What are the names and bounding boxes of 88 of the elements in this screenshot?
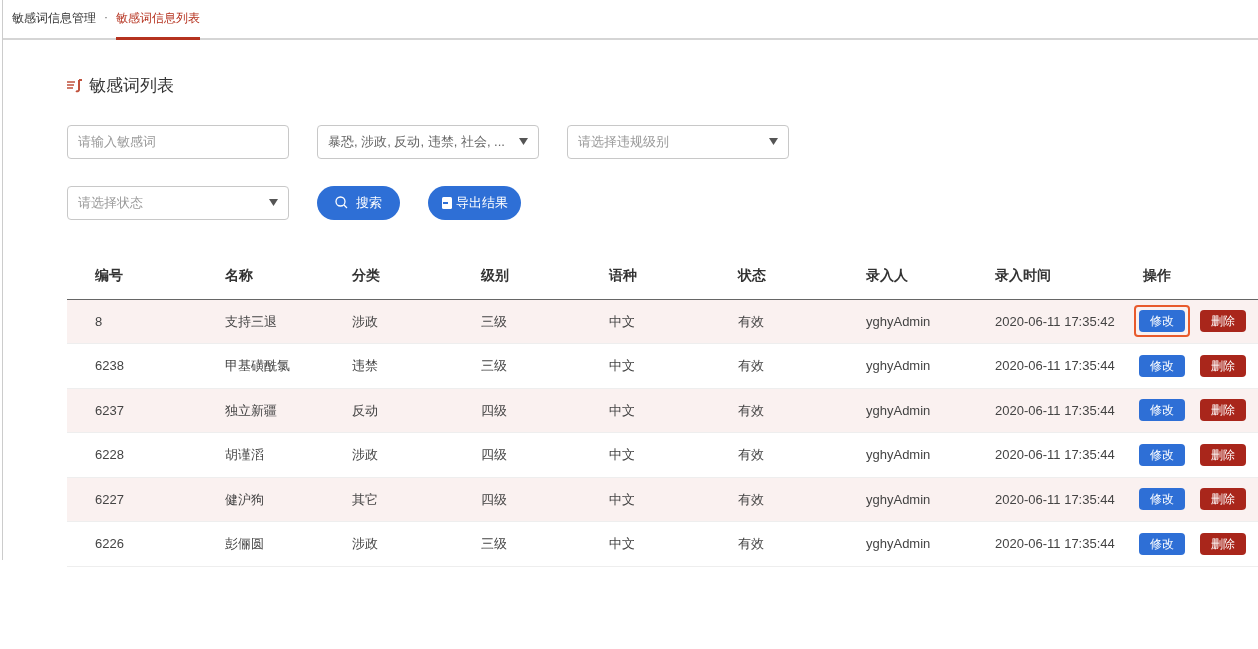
table-cell-text: 2020-06-11 17:35:44	[994, 357, 1115, 375]
dropdown-caret-icon	[269, 199, 278, 206]
column-header: 名称	[224, 265, 254, 285]
table-cell-text: 6237	[94, 401, 125, 420]
table-cell-text: 有效	[737, 312, 765, 331]
edit-button[interactable]: 修改	[1139, 354, 1185, 377]
table-cell-text: 中文	[608, 446, 636, 464]
table-cell-text: 违禁	[351, 357, 379, 375]
edit-button[interactable]: 修改	[1139, 532, 1185, 555]
table-cell-text: 2020-06-11 17:35:44	[994, 535, 1115, 553]
document-icon	[441, 196, 452, 209]
column-header: 编号	[94, 265, 124, 285]
column-header: 级别	[480, 265, 510, 285]
search-icon	[335, 196, 348, 209]
table-cell-text: yghyAdmin	[865, 401, 932, 420]
column-header: 分类	[351, 265, 381, 285]
table-cell-text: 甲基磺酰氯	[224, 357, 291, 375]
table-cell-text: 2020-06-11 17:35:44	[994, 401, 1115, 420]
column-header: 录入人	[865, 265, 909, 285]
table-cell-text: 6227	[94, 490, 125, 509]
table-cell-text: 6228	[94, 446, 125, 464]
table-cell-text: 四级	[480, 401, 508, 420]
edit-button[interactable]: 修改	[1139, 399, 1185, 422]
table-cell-text: 独立新疆	[224, 401, 278, 420]
table-cell-text: 胡谨滔	[224, 446, 265, 464]
table-cell-text: 涉政	[351, 446, 379, 464]
table-cell-text: 2020-06-11 17:35:42	[994, 312, 1115, 331]
table-cell-text: 有效	[737, 357, 765, 375]
table-cell-text: 有效	[737, 446, 765, 464]
breadcrumb-link[interactable]: 敏感词信息管理	[12, 9, 96, 40]
table-cell-text: 2020-06-11 17:35:44	[994, 446, 1115, 464]
delete-button[interactable]: 删除	[1200, 354, 1246, 377]
select-placeholder: 请选择状态	[78, 193, 143, 212]
table-cell-text: 6226	[94, 535, 125, 553]
select-field[interactable]: 请选择状态	[67, 185, 289, 220]
edit-button[interactable]: 修改	[1139, 488, 1185, 511]
select-value: 暴恐, 涉政, 反动, 违禁, 社会, ...	[328, 132, 505, 151]
column-header: 状态	[736, 265, 767, 285]
edit-button[interactable]: 修改	[1139, 443, 1185, 466]
table-cell-text: 其它	[351, 490, 379, 509]
table-cell-text: yghyAdmin	[865, 535, 932, 553]
breadcrumb-link[interactable]: 敏感词信息列表	[116, 9, 200, 40]
delete-button[interactable]: 删除	[1200, 488, 1246, 511]
section-title: 敏感词列表	[89, 75, 174, 97]
keyword-input-field[interactable]: 请输入敏感词	[67, 124, 289, 159]
column-header: 录入时间	[994, 265, 1052, 285]
list-icon	[67, 78, 83, 93]
delete-button[interactable]: 删除	[1200, 399, 1246, 422]
table-cell-text: 支持三退	[224, 312, 278, 331]
table-cell-text: 中文	[608, 401, 636, 420]
table-cell-text: yghyAdmin	[865, 490, 932, 509]
table-cell-text: 四级	[480, 490, 508, 509]
table-cell-text: yghyAdmin	[865, 312, 932, 331]
search-button[interactable]: 搜索	[317, 185, 400, 220]
table-cell-text: 8	[94, 312, 104, 331]
select-placeholder: 请选择违规级别	[578, 132, 669, 151]
column-header: 操作	[1142, 265, 1172, 285]
select-field[interactable]: 暴恐, 涉政, 反动, 违禁, 社会, ...	[317, 124, 539, 159]
table-cell-text: 有效	[737, 401, 765, 420]
table-cell-text: 三级	[480, 312, 508, 331]
table-cell-text: 2020-06-11 17:35:44	[994, 490, 1115, 509]
table-cell-text: 涉政	[351, 535, 379, 553]
dropdown-caret-icon	[769, 138, 778, 145]
table-cell-text: 有效	[737, 490, 765, 509]
table-cell-text: 有效	[737, 535, 765, 553]
table-cell-text: 涉政	[351, 312, 379, 331]
table-cell-text: 中文	[608, 535, 636, 553]
table-cell-text: 反动	[351, 401, 379, 420]
export-button[interactable]: 导出结果	[428, 185, 521, 220]
column-header: 语种	[607, 265, 638, 285]
table-cell-text: 四级	[480, 446, 508, 464]
breadcrumb-separator: ·	[104, 9, 108, 26]
select-field[interactable]: 请选择违规级别	[567, 124, 789, 159]
delete-button[interactable]: 删除	[1200, 443, 1246, 466]
table-cell-text: 6238	[94, 357, 125, 375]
delete-button[interactable]: 删除	[1200, 532, 1246, 555]
delete-button[interactable]: 删除	[1200, 310, 1246, 333]
table-cell-text: 三级	[480, 535, 508, 553]
table-cell-text: 中文	[608, 357, 636, 375]
table-cell-text: yghyAdmin	[865, 446, 932, 464]
dropdown-caret-icon	[519, 138, 528, 145]
table-cell-text: 三级	[480, 357, 508, 375]
table-cell-text: 健沪狗	[224, 490, 265, 509]
table-cell-text: 中文	[608, 490, 636, 509]
table-cell-text: yghyAdmin	[865, 357, 932, 375]
table-cell-text: 中文	[608, 312, 636, 331]
edit-button[interactable]: 修改	[1139, 310, 1185, 333]
table-cell-text: 彭俪圆	[224, 535, 265, 553]
